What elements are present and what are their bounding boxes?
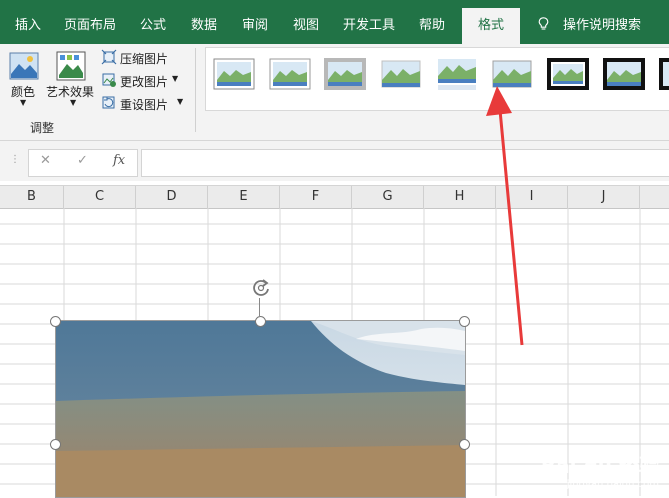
annotation-arrow bbox=[486, 86, 524, 346]
watermark-text: Bai du 经验 bbox=[540, 454, 659, 478]
watermark-url: jingyan.baidu.com bbox=[566, 479, 659, 490]
baidu-watermark: Bai du 经验 jingyan.baidu.com bbox=[541, 450, 659, 490]
